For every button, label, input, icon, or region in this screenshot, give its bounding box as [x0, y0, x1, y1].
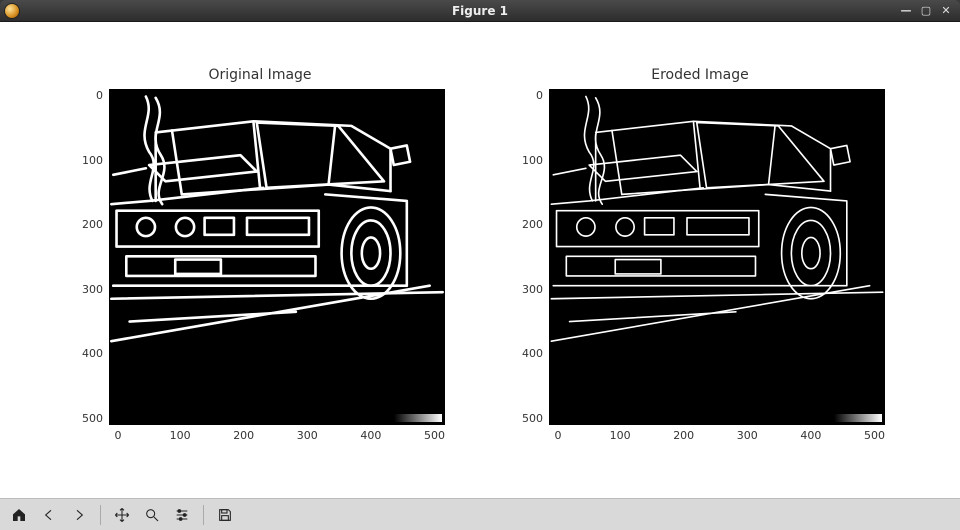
- xtick: 0: [109, 429, 127, 442]
- configure-button[interactable]: [169, 502, 195, 528]
- ytick: 200: [515, 218, 543, 231]
- mpl-toolbar: [0, 498, 960, 530]
- toolbar-separator: [203, 505, 204, 525]
- car-lineart-icon: [550, 90, 884, 424]
- home-icon: [11, 507, 27, 523]
- xtick: 0: [549, 429, 567, 442]
- gradient-patch: [394, 414, 442, 422]
- close-button[interactable]: ✕: [940, 5, 952, 17]
- axes-wrap: 0 100 200 300 400 500: [75, 89, 445, 425]
- home-button[interactable]: [6, 502, 32, 528]
- arrow-right-icon: [71, 507, 87, 523]
- xtick: 500: [864, 429, 885, 442]
- subplot-original: Original Image 0 100 200 300 400 500: [60, 67, 460, 467]
- figure-canvas[interactable]: Original Image 0 100 200 300 400 500: [0, 22, 960, 498]
- minimize-button[interactable]: —: [900, 5, 912, 17]
- ytick: 300: [515, 283, 543, 296]
- ytick: 500: [515, 412, 543, 425]
- xtick: 400: [360, 429, 381, 442]
- ytick: 400: [515, 347, 543, 360]
- zoom-button[interactable]: [139, 502, 165, 528]
- ytick: 500: [75, 412, 103, 425]
- ytick: 0: [75, 89, 103, 102]
- plot-image: [109, 89, 445, 425]
- save-icon: [217, 507, 233, 523]
- forward-button[interactable]: [66, 502, 92, 528]
- xtick: 200: [233, 429, 254, 442]
- ytick: 0: [515, 89, 543, 102]
- maximize-button[interactable]: ▢: [920, 5, 932, 17]
- subplot-title: Original Image: [208, 67, 311, 83]
- xtick: 400: [800, 429, 821, 442]
- window-titlebar: Figure 1 — ▢ ✕: [0, 0, 960, 22]
- gradient-patch: [834, 414, 882, 422]
- back-button[interactable]: [36, 502, 62, 528]
- ytick: 100: [75, 154, 103, 167]
- xtick: 100: [610, 429, 631, 442]
- arrow-left-icon: [41, 507, 57, 523]
- xtick: 300: [737, 429, 758, 442]
- save-button[interactable]: [212, 502, 238, 528]
- xtick: 100: [170, 429, 191, 442]
- xtick: 300: [297, 429, 318, 442]
- car-lineart-icon: [110, 90, 444, 424]
- ytick: 200: [75, 218, 103, 231]
- y-axis-ticks: 0 100 200 300 400 500: [75, 89, 109, 425]
- subplot-eroded: Eroded Image 0 100 200 300 400 500: [500, 67, 900, 467]
- xtick: 500: [424, 429, 445, 442]
- sliders-icon: [174, 507, 190, 523]
- xtick: 200: [673, 429, 694, 442]
- plot-image: [549, 89, 885, 425]
- window-controls: — ▢ ✕: [900, 5, 960, 17]
- pan-button[interactable]: [109, 502, 135, 528]
- x-axis-ticks: 0 100 200 300 400 500: [549, 425, 885, 442]
- ytick: 400: [75, 347, 103, 360]
- ytick: 300: [75, 283, 103, 296]
- move-icon: [114, 507, 130, 523]
- x-axis-ticks: 0 100 200 300 400 500: [109, 425, 445, 442]
- y-axis-ticks: 0 100 200 300 400 500: [515, 89, 549, 425]
- window-title: Figure 1: [0, 4, 960, 18]
- axes-wrap: 0 100 200 300 400 500: [515, 89, 885, 425]
- ytick: 100: [515, 154, 543, 167]
- toolbar-separator: [100, 505, 101, 525]
- zoom-icon: [144, 507, 160, 523]
- subplot-grid: Original Image 0 100 200 300 400 500: [60, 67, 900, 467]
- subplot-title: Eroded Image: [651, 67, 749, 83]
- app-icon: [4, 3, 20, 19]
